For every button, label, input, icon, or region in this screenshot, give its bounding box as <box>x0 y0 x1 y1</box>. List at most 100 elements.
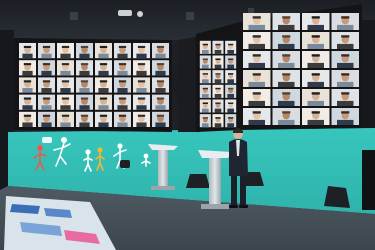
participant-hair <box>215 58 221 61</box>
conference-hall-photo <box>0 0 375 250</box>
participant-body <box>60 70 71 76</box>
participant-hair <box>311 16 320 19</box>
participant-body <box>337 81 354 87</box>
participant-body <box>307 43 324 49</box>
participant-hair <box>80 114 89 117</box>
participant-hair <box>341 54 350 57</box>
participant-body <box>98 53 109 59</box>
participant-body <box>202 64 209 69</box>
participant-hair <box>215 87 221 90</box>
participant-hair <box>42 114 51 117</box>
participant-body <box>214 79 222 84</box>
participant-hair <box>228 43 234 46</box>
participant-hair <box>215 117 221 119</box>
participant-body <box>278 62 295 68</box>
participant-body <box>98 88 109 93</box>
participant-body <box>278 81 295 87</box>
participant-body <box>79 122 90 127</box>
participant-body <box>117 105 128 110</box>
participant-hair <box>282 111 291 114</box>
participant-hair <box>118 63 127 66</box>
participant-body <box>248 62 265 68</box>
participant-hair <box>311 35 320 38</box>
participant-body <box>117 70 128 76</box>
participant-body <box>136 53 147 59</box>
participant-hair <box>282 16 291 19</box>
participant-body <box>227 79 234 84</box>
participant-body <box>227 49 234 54</box>
participant-hair <box>80 97 89 100</box>
participant-body <box>79 53 90 59</box>
participant-hair <box>137 45 146 49</box>
participant-body <box>227 108 234 113</box>
participant-hair <box>311 73 320 76</box>
scene-illustration <box>0 0 375 250</box>
participant-body <box>22 70 33 76</box>
participant-hair <box>215 43 221 46</box>
participant-hair <box>156 97 165 100</box>
participant-hair <box>23 114 32 117</box>
participant-hair <box>341 35 350 38</box>
participant-body <box>248 43 265 49</box>
participant-body <box>227 93 234 98</box>
participant-body <box>136 105 147 110</box>
participant-body <box>41 88 52 93</box>
participant-hair <box>252 111 261 114</box>
participant-body <box>79 88 90 93</box>
participant-hair <box>252 54 261 57</box>
participant-hair <box>202 87 208 90</box>
participant-hair <box>156 80 165 83</box>
participant-hair <box>99 63 108 66</box>
participant-hair <box>99 114 108 117</box>
participant-body <box>41 53 52 59</box>
participant-body <box>307 62 324 68</box>
participant-body <box>79 105 90 110</box>
participant-body <box>307 24 324 30</box>
participant-hair <box>228 117 234 119</box>
participant-body <box>155 88 166 93</box>
participant-hair <box>202 102 208 105</box>
participant-hair <box>137 97 146 100</box>
participant-body <box>248 119 265 125</box>
participant-hair <box>341 92 350 95</box>
participant-hair <box>252 35 261 38</box>
participant-body <box>337 43 354 49</box>
participant-hair <box>341 111 350 114</box>
participant-hair <box>311 54 320 57</box>
participant-body <box>307 100 324 106</box>
participant-body <box>248 100 265 106</box>
participant-hair <box>42 63 51 66</box>
participant-body <box>337 62 354 68</box>
participant-hair <box>228 87 234 90</box>
participant-hair <box>61 97 70 100</box>
participant-body <box>248 81 265 87</box>
participant-hair <box>118 45 127 49</box>
participant-body <box>136 88 147 93</box>
participant-hair <box>311 111 320 114</box>
participant-hair <box>202 58 208 61</box>
participant-body <box>22 53 33 59</box>
participant-hair <box>137 80 146 83</box>
participant-body <box>202 49 209 54</box>
participant-hair <box>311 92 320 95</box>
participant-body <box>337 24 354 30</box>
participant-hair <box>23 97 32 100</box>
participant-body <box>278 43 295 49</box>
participant-body <box>60 88 71 93</box>
participant-body <box>60 53 71 59</box>
participant-hair <box>80 80 89 83</box>
participant-body <box>41 122 52 127</box>
participant-body <box>202 93 209 98</box>
participant-hair <box>341 73 350 76</box>
participant-body <box>155 70 166 76</box>
participant-body <box>136 70 147 76</box>
participant-body <box>278 24 295 30</box>
participant-hair <box>282 35 291 38</box>
participant-body <box>214 123 222 128</box>
participant-body <box>60 122 71 127</box>
participant-hair <box>252 73 261 76</box>
participant-hair <box>228 102 234 105</box>
participant-hair <box>202 117 208 119</box>
participant-body <box>98 105 109 110</box>
participant-hair <box>202 73 208 75</box>
